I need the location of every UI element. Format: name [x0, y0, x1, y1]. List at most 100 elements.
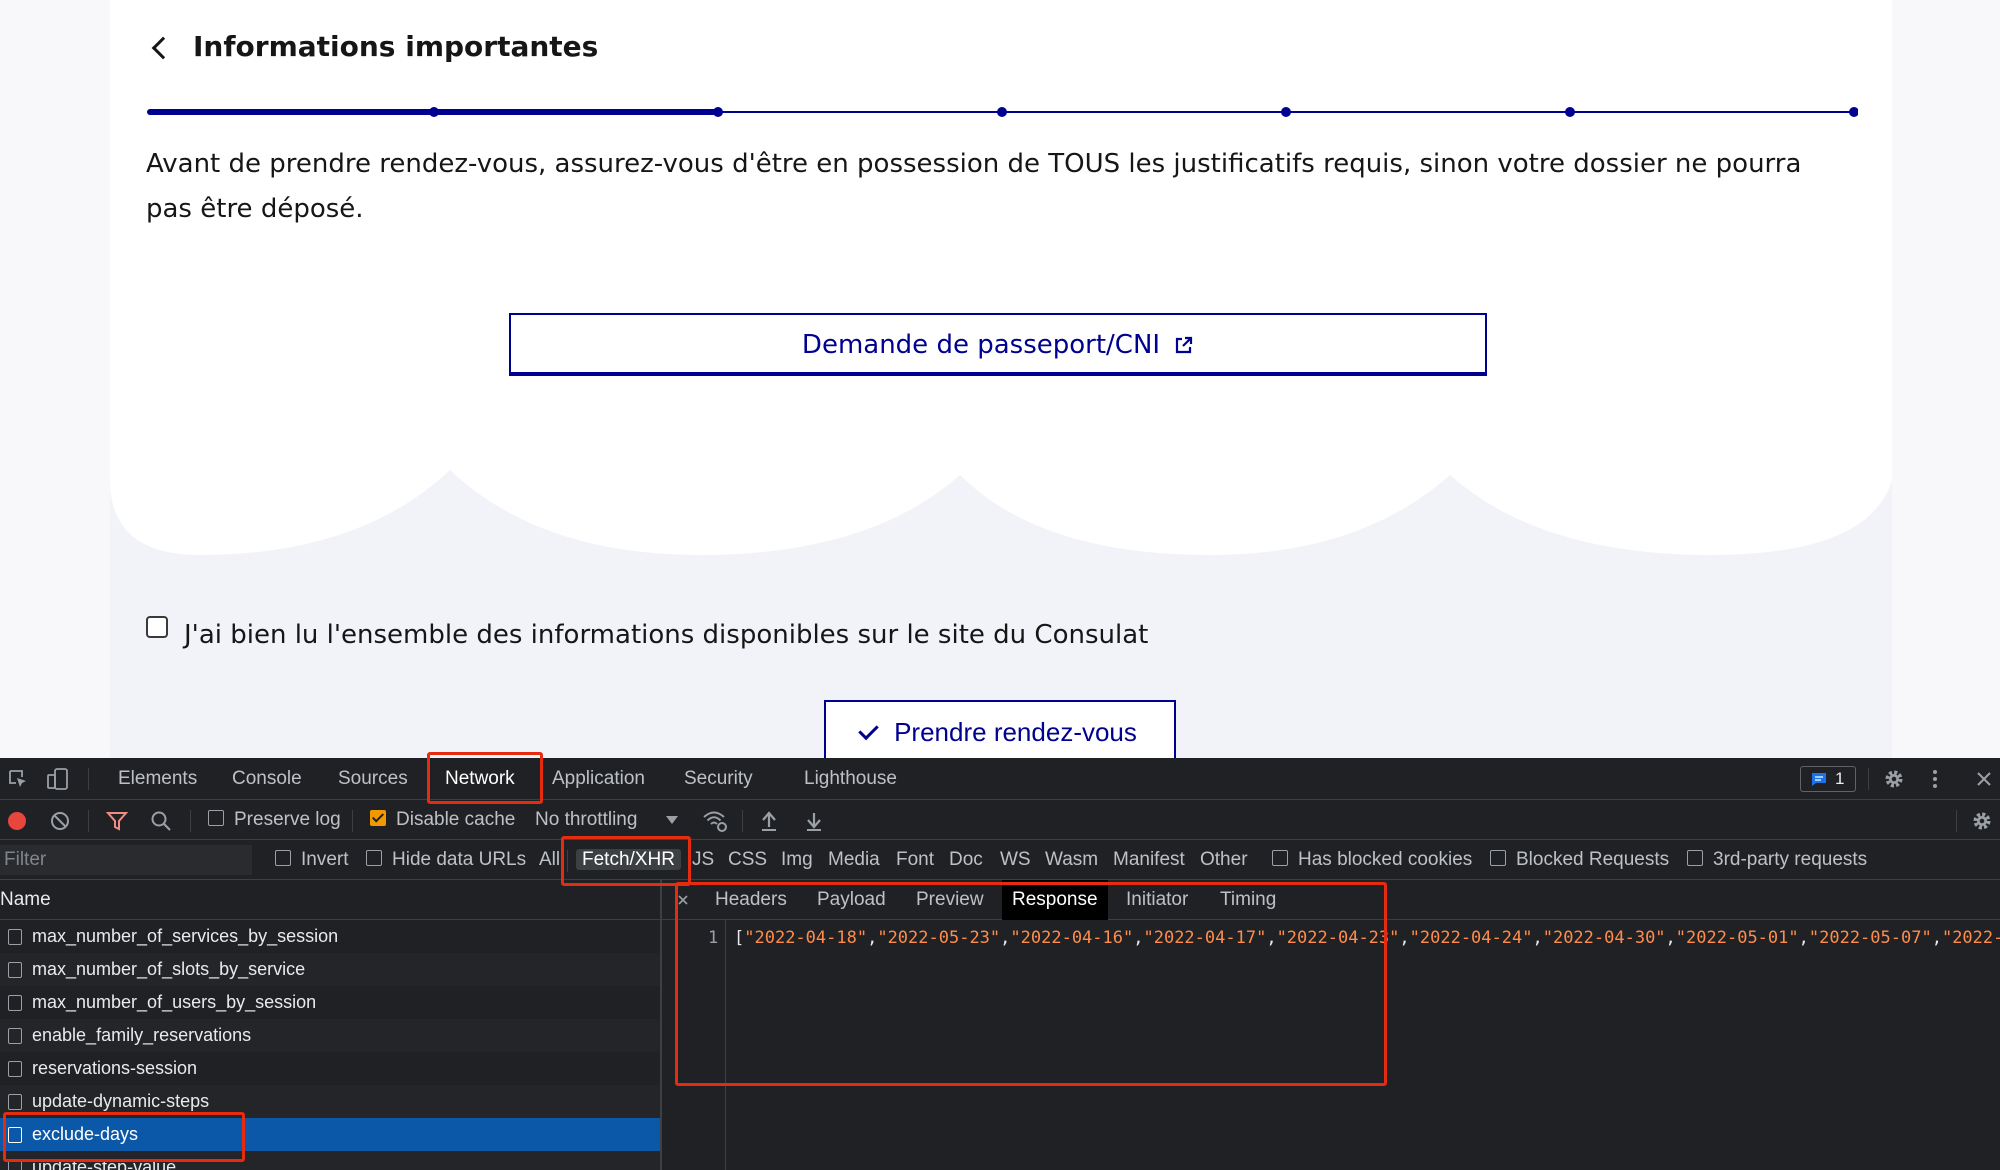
record-icon[interactable] — [7, 811, 27, 831]
tab-elements[interactable]: Elements — [118, 758, 197, 800]
request-name: reservations-session — [32, 1058, 198, 1078]
tab-network[interactable]: Network — [445, 758, 515, 800]
tab-lighthouse[interactable]: Lighthouse — [804, 758, 897, 800]
request-row[interactable]: update-step-value — [0, 1151, 660, 1170]
book-appointment-button[interactable]: Prendre rendez-vous — [824, 700, 1176, 758]
settings-gear-icon[interactable] — [1883, 768, 1905, 790]
filter-type-wasm[interactable]: Wasm — [1045, 840, 1098, 880]
tab-security[interactable]: Security — [684, 758, 753, 800]
third-party-checkbox[interactable] — [1687, 850, 1703, 867]
filter-type-img[interactable]: Img — [781, 840, 813, 880]
divider — [88, 768, 89, 790]
chevron-left-icon[interactable] — [151, 36, 175, 59]
preserve-log-checkbox[interactable] — [208, 810, 224, 827]
filter-funnel-icon[interactable] — [106, 810, 128, 832]
filter-type-font[interactable]: Font — [896, 840, 934, 880]
detail-tab-response[interactable]: Response — [1002, 880, 1108, 920]
search-icon[interactable] — [150, 810, 172, 832]
request-row[interactable]: max_number_of_users_by_session — [0, 986, 660, 1019]
tab-sources[interactable]: Sources — [338, 758, 408, 800]
request-row[interactable]: max_number_of_services_by_session — [0, 920, 660, 953]
page-header: Informations importantes — [151, 30, 599, 63]
request-row[interactable]: reservations-session — [0, 1052, 660, 1085]
detail-tab-preview[interactable]: Preview — [916, 880, 984, 920]
export-har-icon[interactable] — [805, 810, 823, 832]
passport-request-link-button[interactable]: Demande de passeport/CNI — [509, 313, 1487, 376]
filter-input[interactable]: Filter — [0, 845, 252, 875]
network-conditions-icon[interactable] — [702, 809, 728, 833]
stepper-dot — [1849, 107, 1858, 117]
invert-toggle[interactable]: Invert — [275, 840, 349, 880]
hide-data-urls-toggle[interactable]: Hide data URLs — [366, 840, 526, 880]
tab-console[interactable]: Console — [232, 758, 302, 800]
filter-type-other[interactable]: Other — [1200, 840, 1248, 880]
consent-checkbox[interactable] — [146, 616, 168, 638]
request-checkbox[interactable] — [8, 929, 22, 945]
blocked-cookies-toggle[interactable]: Has blocked cookies — [1272, 840, 1472, 880]
name-column-header[interactable]: Name — [0, 880, 660, 920]
request-checkbox[interactable] — [8, 1127, 22, 1143]
book-appointment-label: Prendre rendez-vous — [894, 717, 1137, 747]
request-name: update-step-value — [32, 1157, 177, 1170]
blocked-requests-checkbox[interactable] — [1490, 850, 1506, 867]
request-checkbox[interactable] — [8, 1028, 22, 1044]
filter-type-media[interactable]: Media — [828, 840, 880, 880]
request-checkbox[interactable] — [8, 1160, 22, 1170]
disable-cache-toggle[interactable]: Disable cache — [370, 800, 515, 840]
tab-application[interactable]: Application — [552, 758, 645, 800]
divider — [742, 810, 743, 832]
request-checkbox[interactable] — [8, 1061, 22, 1077]
response-body[interactable]: ["2022-04-18","2022-05-23","2022-04-16",… — [734, 928, 2000, 948]
close-detail-icon[interactable] — [678, 895, 688, 905]
request-checkbox[interactable] — [8, 1094, 22, 1110]
page-title: Informations importantes — [193, 30, 599, 63]
clear-icon[interactable] — [50, 811, 70, 831]
filter-type-css[interactable]: CSS — [728, 840, 767, 880]
filter-type-js[interactable]: JS — [692, 840, 714, 880]
response-string: "2022-04-24" — [1409, 928, 1533, 948]
request-checkbox[interactable] — [8, 995, 22, 1011]
invert-checkbox[interactable] — [275, 850, 291, 867]
filter-type-fetch-xhr[interactable]: Fetch/XHR — [576, 847, 681, 873]
filter-type-ws[interactable]: WS — [1000, 840, 1031, 880]
device-toolbar-icon[interactable] — [46, 767, 70, 791]
import-har-icon[interactable] — [760, 810, 778, 832]
detail-tab-timing[interactable]: Timing — [1220, 880, 1276, 920]
filter-type-doc[interactable]: Doc — [949, 840, 983, 880]
preserve-log-toggle[interactable]: Preserve log — [208, 800, 341, 840]
external-link-icon — [1175, 336, 1193, 353]
detail-tab-headers[interactable]: Headers — [715, 880, 787, 920]
blocked-cookies-checkbox[interactable] — [1272, 850, 1288, 867]
consent-label[interactable]: J'ai bien lu l'ensemble des informations… — [184, 620, 1148, 650]
stepper-dot — [1565, 107, 1575, 117]
more-options-icon[interactable] — [1930, 768, 1940, 790]
request-row[interactable]: max_number_of_slots_by_service — [0, 953, 660, 986]
issues-badge[interactable]: 1 — [1800, 766, 1856, 792]
filter-type-manifest[interactable]: Manifest — [1113, 840, 1185, 880]
response-punctuation: , — [1266, 928, 1277, 948]
divider — [567, 850, 568, 872]
chevron-down-icon[interactable] — [666, 816, 678, 825]
request-row[interactable]: enable_family_reservations — [0, 1019, 660, 1052]
inspect-element-icon[interactable] — [8, 769, 28, 789]
detail-tab-initiator[interactable]: Initiator — [1126, 880, 1188, 920]
request-detail-tabs: Headers Payload Preview Response Initiat… — [662, 880, 2000, 920]
issues-count: 1 — [1835, 769, 1845, 788]
network-settings-gear-icon[interactable] — [1971, 810, 1993, 832]
filter-type-all[interactable]: All — [539, 840, 560, 880]
detail-tab-payload[interactable]: Payload — [817, 880, 886, 920]
third-party-toggle[interactable]: 3rd-party requests — [1687, 840, 1867, 880]
response-string: "2022-05-01" — [1675, 928, 1799, 948]
request-row-selected[interactable]: exclude-days — [0, 1118, 660, 1151]
blocked-requests-toggle[interactable]: Blocked Requests — [1490, 840, 1669, 880]
request-row[interactable]: update-dynamic-steps — [0, 1085, 660, 1118]
close-icon[interactable] — [1976, 771, 1992, 787]
devtools-tabbar: Elements Console Sources Network Applica… — [0, 758, 2000, 800]
throttling-select[interactable]: No throttling — [535, 800, 637, 840]
disable-cache-checkbox[interactable] — [370, 810, 386, 827]
response-punctuation: [ — [734, 928, 745, 948]
divider — [1956, 810, 1957, 832]
hide-data-urls-checkbox[interactable] — [366, 850, 382, 867]
web-page: Informations importantes Avant de prendr… — [0, 0, 2000, 758]
request-checkbox[interactable] — [8, 962, 22, 978]
